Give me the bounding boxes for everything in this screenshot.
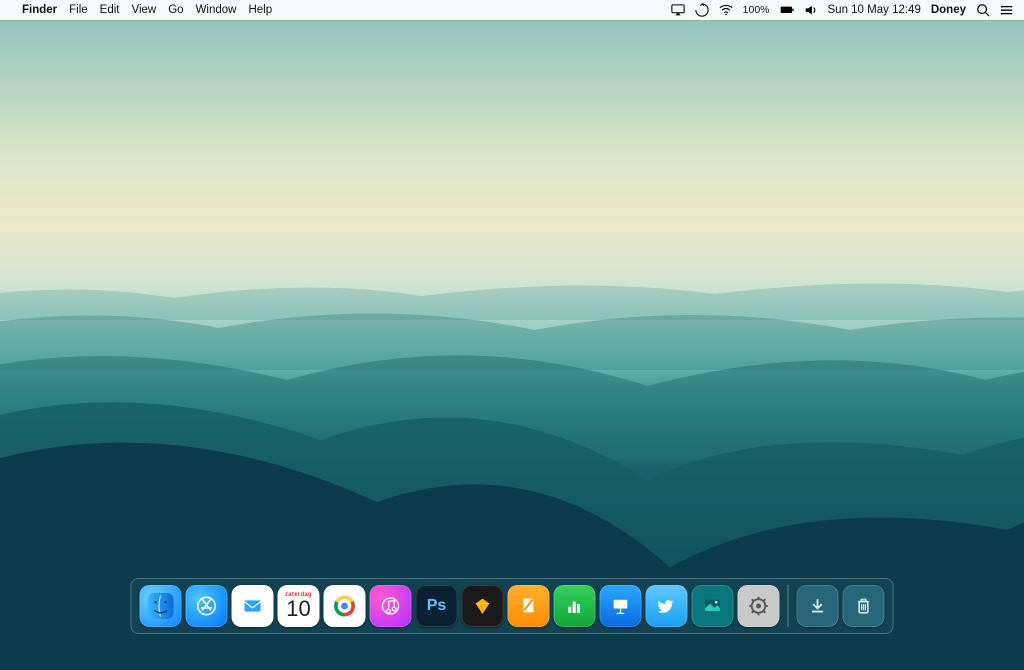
dock-stack-downloads[interactable] (797, 585, 839, 627)
dock-app-appstore[interactable] (186, 585, 228, 627)
menu-help[interactable]: Help (248, 4, 272, 16)
dock-app-keynote[interactable] (600, 585, 642, 627)
dock-separator (788, 585, 789, 627)
menubar-app-name[interactable]: Finder (22, 4, 57, 16)
dock-app-sketch[interactable] (462, 585, 504, 627)
notification-center-icon[interactable] (1000, 3, 1014, 17)
calendar-day: 10 (286, 598, 310, 620)
dock-app-photoshop[interactable]: Ps (416, 585, 458, 627)
dock-app-system-preferences[interactable] (738, 585, 780, 627)
dock-app-calendar[interactable]: zaterdag 10 (278, 585, 320, 627)
volume-icon[interactable] (804, 3, 818, 17)
menu-view[interactable]: View (132, 4, 157, 16)
battery-icon[interactable] (780, 3, 794, 17)
wifi-icon[interactable] (719, 3, 733, 17)
dock-app-itunes[interactable] (370, 585, 412, 627)
menu-file[interactable]: File (69, 4, 88, 16)
menubar-datetime[interactable]: Sun 10 May 12:49 (828, 4, 921, 16)
desktop-wallpaper[interactable] (0, 0, 1024, 640)
dock-app-photos[interactable] (692, 585, 734, 627)
dock-app-finder[interactable] (140, 585, 182, 627)
dock-trash[interactable] (843, 585, 885, 627)
dock-app-mail[interactable] (232, 585, 274, 627)
dock-app-numbers[interactable] (554, 585, 596, 627)
airplay-icon[interactable] (671, 3, 685, 17)
menubar: Finder File Edit View Go Window Help 100… (0, 0, 1024, 20)
spotlight-search-icon[interactable] (976, 3, 990, 17)
dock-app-pages[interactable] (508, 585, 550, 627)
menubar-user[interactable]: Doney (931, 4, 966, 16)
dock: zaterdag 10 Ps (131, 578, 894, 634)
menu-go[interactable]: Go (168, 4, 183, 16)
dock-app-chrome[interactable] (324, 585, 366, 627)
menu-window[interactable]: Window (196, 4, 237, 16)
dock-app-twitter[interactable] (646, 585, 688, 627)
sync-icon[interactable] (695, 3, 709, 17)
battery-percent[interactable]: 100% (743, 4, 770, 16)
menu-edit[interactable]: Edit (100, 4, 120, 16)
